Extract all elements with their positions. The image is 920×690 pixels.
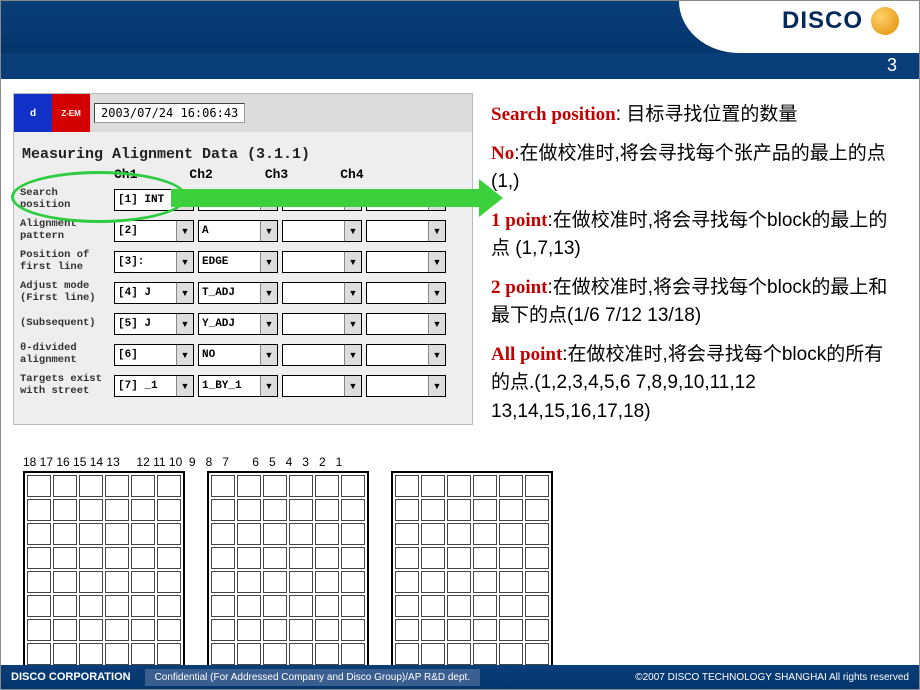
dropdown-value: [6] [115,349,138,361]
dropdown[interactable] [366,344,446,366]
dropdown[interactable]: T_ADJ [198,282,278,304]
dropdown-value: Y_ADJ [199,318,235,330]
param-label: θ-divided alignment [20,343,114,366]
term-1p: 1 point [491,210,548,231]
dropdown[interactable]: NO [198,344,278,366]
zem-icon: Z-EM [52,94,90,132]
dropdown[interactable]: [7] _1 [114,375,194,397]
green-arrow-icon [171,189,481,207]
term-sp: Search position [491,104,616,125]
block-diagram: 18 17 16 15 14 13 12 11 10 9 8 7 6 5 4 3… [23,455,553,669]
text-no: :在做校准时,将会寻找每个张产品的最上的点 (1,) [491,143,886,193]
dropdown[interactable]: EDGE [198,251,278,273]
text-2p: :在做校准时,将会寻找每个block的最上和最下的点(1/6 7/12 13/1… [491,277,887,327]
dropdown-value: A [199,225,209,237]
dropdown[interactable] [282,375,362,397]
block-grid [207,471,369,669]
page-number: 3 [887,55,897,76]
footer-bar: DISCO CORPORATION Confidential (For Addr… [1,665,919,689]
dropdown[interactable] [282,344,362,366]
dropdown[interactable]: Y_ADJ [198,313,278,335]
param-row: Adjust mode (First line)[4] J T_ADJ [14,277,472,308]
dropdown-value: T_ADJ [199,287,235,299]
term-2p: 2 point [491,277,548,298]
footer-copyright: ©2007 DISCO TECHNOLOGY SHANGHAI All righ… [635,672,909,683]
text-1p: :在做校准时,将会寻找每个block的最上的点 (1,7,13) [491,210,887,260]
dropdown[interactable] [366,375,446,397]
dropdown[interactable] [366,251,446,273]
block-numbers: 18 17 16 15 14 13 12 11 10 9 8 7 6 5 4 3… [23,455,553,469]
dropdown-value: [5] J [115,318,151,330]
param-row: Position of first line[3]: EDGE [14,246,472,277]
ch2-label: Ch2 [189,167,212,182]
highlight-circle [11,171,187,223]
ch4-label: Ch4 [340,167,363,182]
term-no: No [491,143,514,164]
dropdown[interactable]: [3]: [114,251,194,273]
globe-icon [871,7,899,35]
dropdown-value: 1_BY_1 [199,380,242,392]
screenshot-header: d Z-EM 2003/07/24 16:06:43 [14,94,472,132]
dropdown-value: [4] J [115,287,151,299]
dropdown-value: NO [199,349,215,361]
dropdown[interactable]: [4] J [114,282,194,304]
param-label: (Subsequent) [20,318,114,330]
ch3-label: Ch3 [265,167,288,182]
disco-icon: d [14,94,52,132]
dropdown[interactable]: [2] [114,220,194,242]
block-grid [23,471,185,669]
header-bar: DISCO [1,1,919,56]
brand-text: DISCO [782,7,863,35]
param-label: Position of first line [20,250,114,273]
screenshot-panel: d Z-EM 2003/07/24 16:06:43 Measuring Ali… [13,93,473,425]
footer-corp: DISCO CORPORATION [11,671,131,683]
dropdown-value: [7] _1 [115,380,158,392]
page-bar: 3 [1,53,919,79]
dropdown[interactable]: A [198,220,278,242]
dropdown[interactable]: [5] J [114,313,194,335]
dropdown[interactable] [366,282,446,304]
term-all: All point [491,344,562,365]
block-grid [391,471,553,669]
dropdown[interactable] [282,220,362,242]
param-row: Targets exist with street[7] _1 1_BY_1 [14,370,472,401]
param-label: Adjust mode (First line) [20,281,114,304]
dropdown-value: [2] [115,225,138,237]
dropdown[interactable]: [6] [114,344,194,366]
notes-panel: Search position: 目标寻找位置的数量 No:在做校准时,将会寻找… [491,101,901,436]
param-row: θ-divided alignment[6] NO [14,339,472,370]
param-label: Targets exist with street [20,374,114,397]
dropdown[interactable] [282,282,362,304]
param-row: (Subsequent)[5] J Y_ADJ [14,308,472,339]
dropdown-value: EDGE [199,256,228,268]
slide: DISCO 3 d Z-EM 2003/07/24 16:06:43 Measu… [0,0,920,690]
timestamp: 2003/07/24 16:06:43 [94,103,245,123]
dropdown[interactable] [366,313,446,335]
text-sp: : 目标寻找位置的数量 [616,104,798,125]
dropdown-value: [3]: [115,256,144,268]
brand-logo: DISCO [782,7,899,35]
footer-confidential: Confidential (For Addressed Company and … [145,669,481,686]
dropdown[interactable] [366,220,446,242]
dropdown[interactable]: 1_BY_1 [198,375,278,397]
dropdown[interactable] [282,251,362,273]
dropdown[interactable] [282,313,362,335]
screenshot-title: Measuring Alignment Data (3.1.1) [14,132,472,163]
